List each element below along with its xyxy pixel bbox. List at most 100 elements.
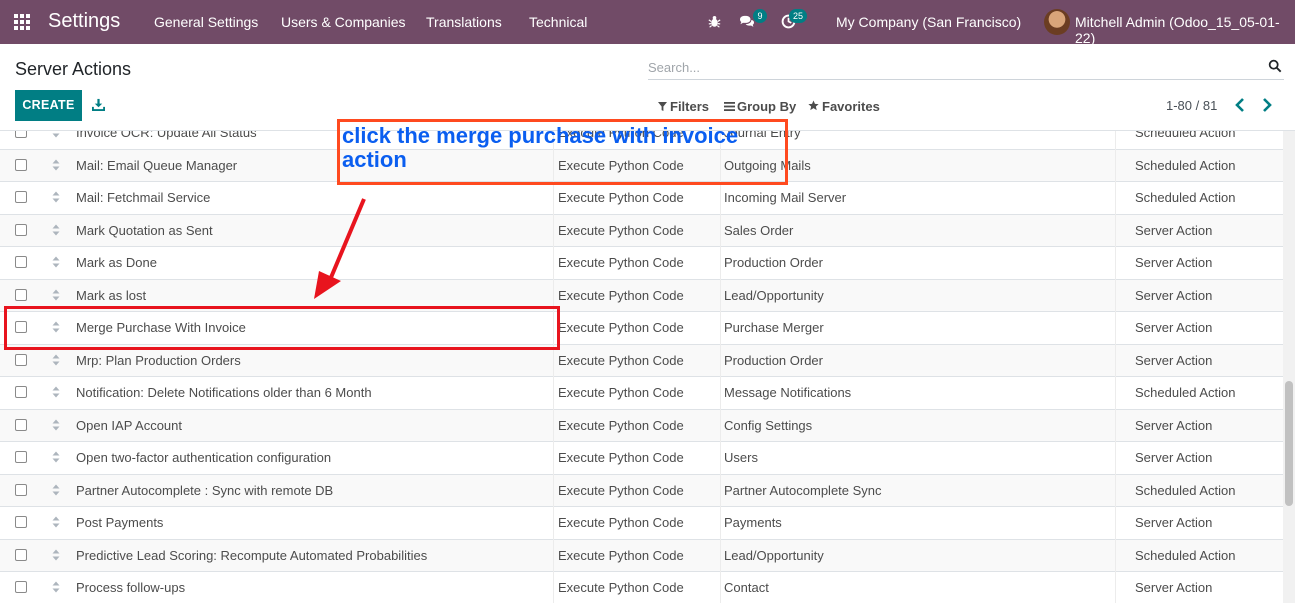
pager-value[interactable]: 1-80 / 81 xyxy=(1166,98,1217,113)
row-checkbox[interactable] xyxy=(15,516,27,528)
group-by-dropdown[interactable]: Group By xyxy=(737,99,796,114)
drag-handle-icon[interactable] xyxy=(52,386,60,398)
cell-action-name[interactable]: Invoice OCR: Update All Status xyxy=(76,131,257,140)
cell-action-name[interactable]: Open IAP Account xyxy=(76,418,182,433)
column-divider xyxy=(720,312,721,345)
drag-handle-icon[interactable] xyxy=(52,256,60,268)
table-row[interactable]: Mark as Done Execute Python Code Productio… xyxy=(0,247,1283,280)
cell-model: Config Settings xyxy=(724,417,813,433)
menu-technical[interactable]: Technical xyxy=(529,14,587,30)
search-icon[interactable] xyxy=(1268,59,1282,73)
drag-handle-icon[interactable] xyxy=(52,131,60,138)
cell-model: Users xyxy=(724,450,758,465)
drag-handle-icon[interactable] xyxy=(52,224,60,236)
cell-model: Sales Order xyxy=(724,222,794,238)
row-checkbox[interactable] xyxy=(15,353,27,366)
column-divider xyxy=(553,539,554,572)
app-title[interactable]: Settings xyxy=(48,10,120,33)
row-checkbox[interactable] xyxy=(15,191,27,203)
cell-action-name[interactable]: Predictive Lead Scoring: Recompute Autom… xyxy=(76,548,427,563)
column-divider xyxy=(1115,344,1116,377)
column-divider xyxy=(720,279,721,312)
row-checkbox[interactable] xyxy=(15,483,27,496)
row-checkbox[interactable] xyxy=(15,451,27,463)
drag-handle-icon[interactable] xyxy=(52,354,60,366)
scrollbar-thumb[interactable] xyxy=(1285,381,1293,506)
annotation-text: click the merge purchase with invoice ac… xyxy=(342,123,739,172)
company-switcher[interactable]: My Company (San Francisco) xyxy=(836,14,1021,30)
cell-action-name[interactable]: Open two-factor authentication configura… xyxy=(76,450,331,465)
table-row[interactable]: Process follow-ups Execute Python Code Con… xyxy=(0,572,1283,603)
row-checkbox[interactable] xyxy=(15,131,27,138)
table-row[interactable]: Partner Autocomplete : Sync with remote … xyxy=(0,474,1283,507)
cell-action-type: Execute Python Code xyxy=(558,320,684,335)
drag-handle-icon[interactable] xyxy=(52,191,60,203)
cell-action-name[interactable]: Mark as lost xyxy=(76,288,146,303)
column-divider xyxy=(720,507,721,540)
table-row[interactable]: Notification: Delete Notifications older… xyxy=(0,377,1283,410)
cell-model: Message Notifications xyxy=(724,385,852,400)
table-row[interactable]: Mail: Fetchmail Service Execute Python Co… xyxy=(0,182,1283,215)
cell-action-name[interactable]: Mark Quotation as Sent xyxy=(76,223,213,238)
cell-model: Incoming Mail Server xyxy=(724,190,847,205)
column-divider xyxy=(1115,377,1116,410)
create-button[interactable]: CREATE xyxy=(15,90,82,121)
cell-action-type: Execute Python Code xyxy=(558,352,684,368)
row-checkbox[interactable] xyxy=(15,256,27,268)
cell-action-type: Execute Python Code xyxy=(558,580,684,595)
cell-usage: Server Action xyxy=(1135,320,1213,335)
drag-handle-icon[interactable] xyxy=(52,484,60,496)
menu-translations[interactable]: Translations xyxy=(426,14,502,30)
filters-dropdown[interactable]: Filters xyxy=(670,99,709,114)
list-scrollbar[interactable] xyxy=(1283,131,1295,603)
cell-usage: Server Action xyxy=(1135,222,1213,238)
search-bar xyxy=(648,56,1284,80)
cell-action-name[interactable]: Mail: Email Queue Manager xyxy=(76,158,237,173)
row-checkbox[interactable] xyxy=(15,548,27,561)
debug-bug-icon[interactable] xyxy=(708,15,721,28)
cell-action-type: Execute Python Code xyxy=(558,385,684,400)
cell-action-name[interactable]: Mark as Done xyxy=(76,255,157,270)
table-row[interactable]: Open IAP Account Execute Python Code Confi… xyxy=(0,409,1283,442)
drag-handle-icon[interactable] xyxy=(52,549,60,561)
cell-usage: Scheduled Action xyxy=(1135,482,1236,498)
download-icon[interactable] xyxy=(92,98,105,111)
column-divider xyxy=(553,377,554,410)
cell-action-name[interactable]: Mrp: Plan Production Orders xyxy=(76,353,241,368)
drag-handle-icon[interactable] xyxy=(52,516,60,528)
column-divider xyxy=(720,377,721,410)
row-checkbox[interactable] xyxy=(15,581,27,593)
drag-handle-icon[interactable] xyxy=(52,159,60,171)
menu-users-companies[interactable]: Users & Companies xyxy=(281,14,406,30)
column-divider xyxy=(720,539,721,572)
row-checkbox[interactable] xyxy=(15,223,27,236)
menu-general-settings[interactable]: General Settings xyxy=(154,14,258,30)
table-row[interactable]: Predictive Lead Scoring: Recompute Autom… xyxy=(0,539,1283,572)
pager-next-icon[interactable] xyxy=(1261,97,1273,113)
group-by-icon xyxy=(724,102,735,111)
cell-action-name[interactable]: Process follow-ups xyxy=(76,580,185,595)
table-row[interactable]: Open two-factor authentication configura… xyxy=(0,442,1283,475)
cell-action-name[interactable]: Mail: Fetchmail Service xyxy=(76,190,210,205)
drag-handle-icon[interactable] xyxy=(52,581,60,593)
cell-action-name[interactable]: Notification: Delete Notifications older… xyxy=(76,385,372,400)
row-checkbox[interactable] xyxy=(15,418,27,431)
row-checkbox[interactable] xyxy=(15,158,27,171)
pager-previous-icon[interactable] xyxy=(1234,97,1246,113)
user-avatar[interactable] xyxy=(1044,9,1070,35)
cell-action-name[interactable]: Post Payments xyxy=(76,515,163,530)
drag-handle-icon[interactable] xyxy=(52,419,60,431)
apps-menu-icon[interactable] xyxy=(14,14,32,30)
row-checkbox[interactable] xyxy=(15,288,27,301)
cell-action-type: Execute Python Code xyxy=(558,450,684,465)
table-row[interactable]: Mark Quotation as Sent Execute Python Cod… xyxy=(0,214,1283,247)
favorites-dropdown[interactable]: Favorites xyxy=(822,99,880,114)
drag-handle-icon[interactable] xyxy=(52,289,60,301)
cell-action-name[interactable]: Partner Autocomplete : Sync with remote … xyxy=(76,483,333,498)
search-input[interactable] xyxy=(648,56,1258,78)
column-divider xyxy=(720,409,721,442)
table-row[interactable]: Post Payments Execute Python Code Payments… xyxy=(0,507,1283,540)
drag-handle-icon[interactable] xyxy=(52,451,60,463)
row-checkbox[interactable] xyxy=(15,386,27,398)
user-menu[interactable]: Mitchell Admin (Odoo_15_05-01-22) xyxy=(1075,14,1295,46)
